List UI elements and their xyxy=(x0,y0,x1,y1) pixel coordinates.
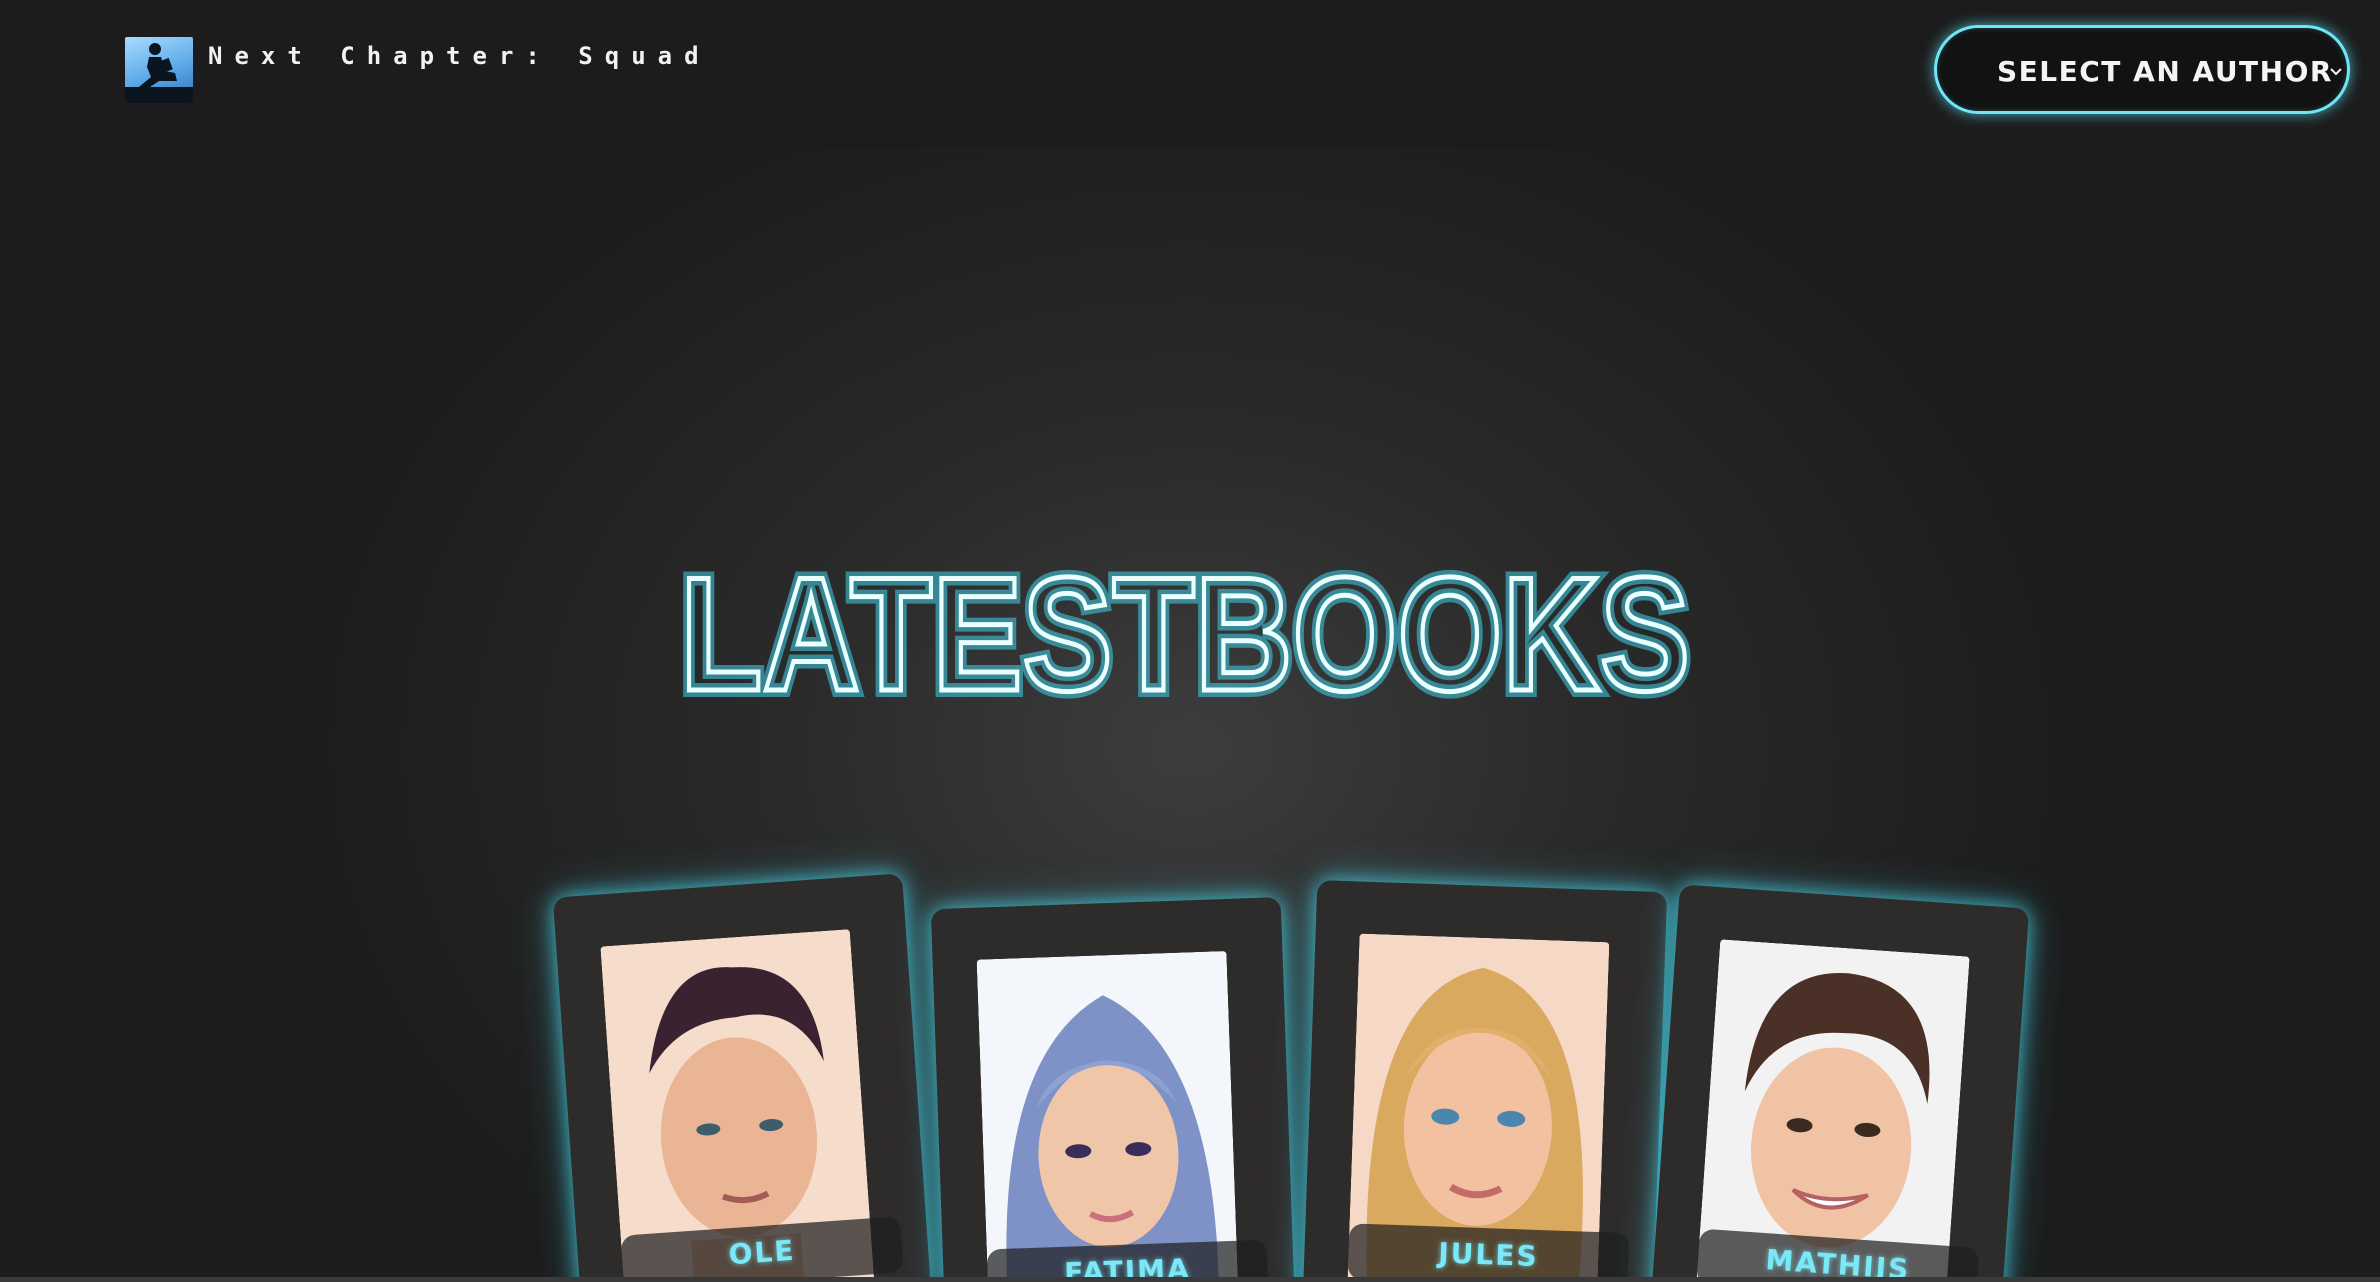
app-title[interactable]: Next Chapter: Squad xyxy=(208,42,711,70)
author-name: JULES xyxy=(1437,1236,1540,1273)
author-card-mathijs[interactable]: MATHIJS xyxy=(1650,884,2030,1282)
author-card-ole[interactable]: OLE xyxy=(552,873,932,1282)
author-portrait xyxy=(976,950,1239,1282)
window-bottom-edge xyxy=(0,1277,2380,1282)
main-content: LATESTBOOKS LATESTBOOKS OLE FATIMA JULES… xyxy=(0,148,2380,1282)
author-name: OLE xyxy=(727,1233,797,1272)
author-select-label: SELECT AN AUTHOR xyxy=(1997,55,2333,88)
hero-title: LATESTBOOKS LATESTBOOKS xyxy=(673,518,1720,748)
author-select-dropdown[interactable]: SELECT AN AUTHOR xyxy=(1934,25,2350,114)
neon-title-graphic: LATESTBOOKS LATESTBOOKS xyxy=(673,537,1697,732)
chevron-down-icon xyxy=(2330,68,2342,76)
author-card-jules[interactable]: JULES xyxy=(1302,880,1668,1282)
reading-person-icon[interactable] xyxy=(125,37,193,103)
top-bar: Next Chapter: Squad SELECT AN AUTHOR xyxy=(0,0,2380,148)
author-name-plate: JULES xyxy=(1347,1223,1630,1282)
hero-title-text: LATESTBOOKS xyxy=(680,544,1690,725)
author-card-fatima[interactable]: FATIMA xyxy=(930,897,1296,1282)
